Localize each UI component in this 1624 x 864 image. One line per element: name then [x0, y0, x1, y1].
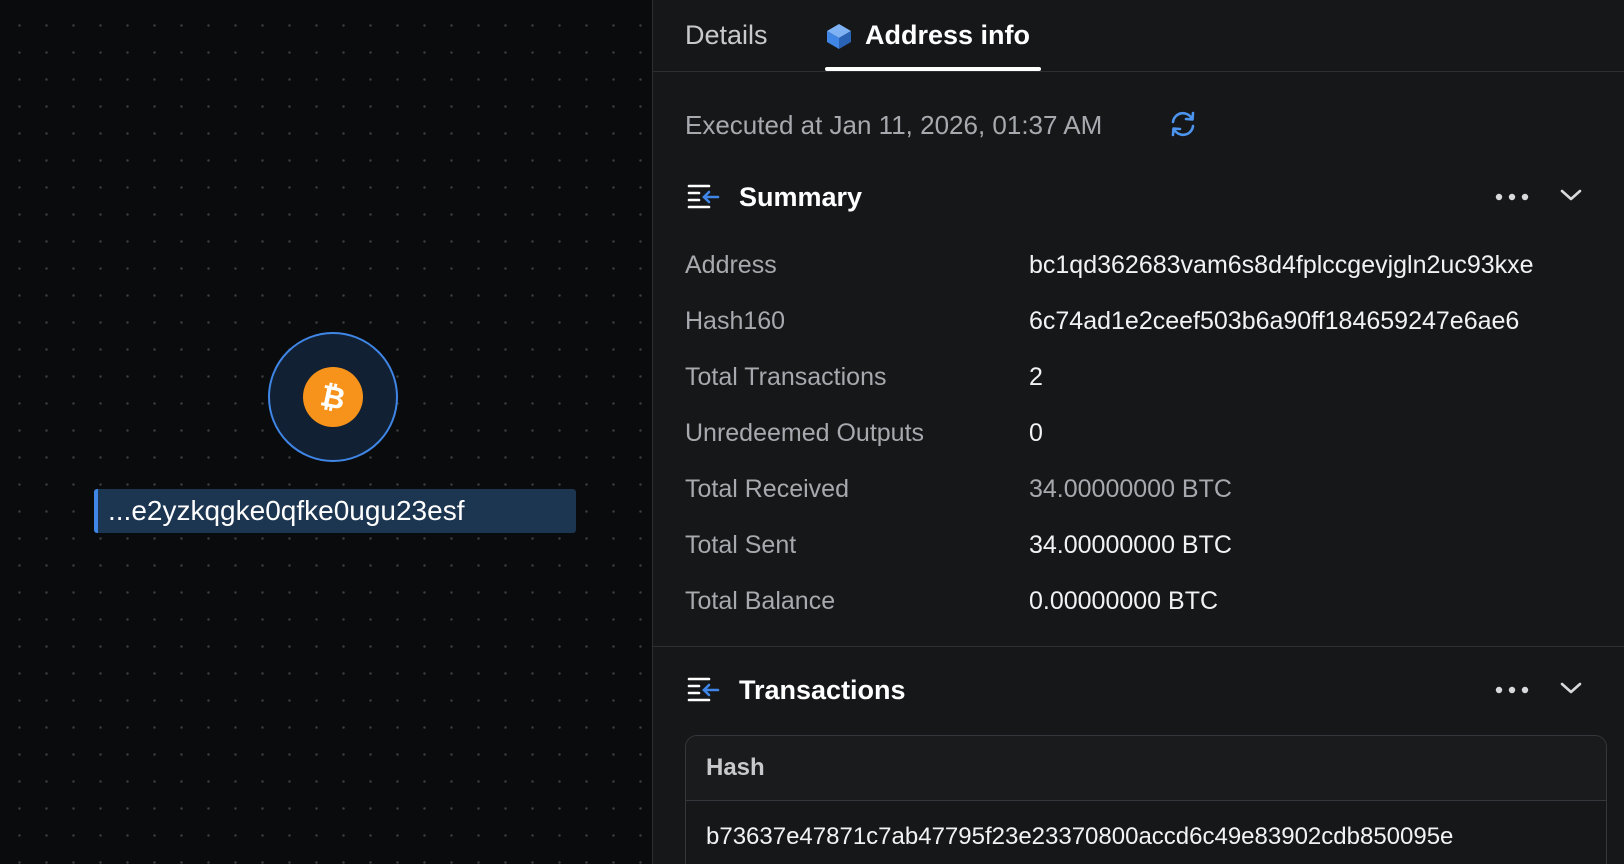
more-icon	[1494, 188, 1530, 206]
tab-address-info-label: Address info	[865, 20, 1031, 50]
node-label[interactable]: ...e2yzkqgke0qfke0ugu23esf	[94, 489, 576, 533]
summary-row-hash160: Hash160 6c74ad1e2ceef503b6a90ff184659247…	[685, 301, 1624, 341]
graph-canvas[interactable]: ₿ ...e2yzkqgke0qfke0ugu23esf	[0, 0, 652, 864]
summary-row-total-sent: Total Sent 34.00000000 BTC	[685, 525, 1624, 565]
info-panel: Details Address info Executed at Jan 11,…	[652, 0, 1624, 864]
more-icon	[1494, 681, 1530, 699]
summary-row-total-transactions: Total Transactions 2	[685, 357, 1624, 397]
active-tab-indicator	[825, 67, 1041, 71]
tab-details-label: Details	[685, 20, 768, 50]
row-value: 6c74ad1e2ceef503b6a90ff184659247e6ae6	[1029, 306, 1520, 335]
transactions-collapse-button[interactable]	[1556, 675, 1586, 705]
app-root: ₿ ...e2yzkqgke0qfke0ugu23esf Details Add…	[0, 0, 1624, 864]
executed-timestamp: Executed at Jan 11, 2026, 01:37 AM	[685, 109, 1103, 140]
tab-details[interactable]: Details	[685, 0, 768, 71]
row-value: 0	[1029, 418, 1043, 447]
table-header-hash[interactable]: Hash	[686, 736, 1606, 801]
transactions-table: Hash b73637e47871c7ab47795f23e23370800ac…	[685, 735, 1607, 864]
chevron-down-icon	[1560, 681, 1582, 700]
row-value: 2	[1029, 362, 1043, 391]
bitcoin-icon: ₿	[303, 367, 363, 427]
row-value: 0.00000000 BTC	[1029, 586, 1219, 615]
summary-more-button[interactable]	[1492, 182, 1532, 212]
tab-address-info[interactable]: Address info	[825, 0, 1030, 71]
row-key: Total Received	[685, 474, 849, 503]
transaction-hash[interactable]: b73637e47871c7ab47795f23e23370800accd6c4…	[706, 823, 1453, 851]
summary-row-unredeemed-outputs: Unredeemed Outputs 0	[685, 413, 1624, 453]
transactions-header: Transactions	[685, 665, 1624, 715]
list-collapse-icon	[685, 179, 721, 215]
address-node[interactable]: ₿	[268, 332, 398, 462]
summary-collapse-button[interactable]	[1556, 182, 1586, 212]
section-divider	[653, 646, 1624, 647]
cube-icon	[825, 22, 853, 50]
chevron-down-icon	[1560, 188, 1582, 207]
refresh-button[interactable]	[1165, 108, 1201, 144]
summary-header: Summary	[685, 172, 1624, 222]
table-row[interactable]: b73637e47871c7ab47795f23e23370800accd6c4…	[686, 801, 1606, 864]
row-value: 34.00000000 BTC	[1029, 530, 1232, 559]
transactions-title: Transactions	[739, 674, 906, 705]
row-key: Address	[685, 250, 777, 279]
transactions-more-button[interactable]	[1492, 675, 1532, 705]
summary-row-total-balance: Total Balance 0.00000000 BTC	[685, 581, 1624, 621]
row-key: Unredeemed Outputs	[685, 418, 925, 447]
svg-text:₿: ₿	[317, 379, 348, 415]
summary-title: Summary	[739, 181, 863, 212]
summary-row-total-received: Total Received 34.00000000 BTC	[685, 469, 1624, 509]
row-key: Hash160	[685, 306, 786, 335]
row-key: Total Transactions	[685, 362, 887, 391]
summary-row-address: Address bc1qd362683vam6s8d4fplccgevjgln2…	[685, 245, 1624, 285]
row-value: bc1qd362683vam6s8d4fplccgevjgln2uc93kxe	[1029, 250, 1534, 279]
row-key: Total Sent	[685, 530, 797, 559]
tab-bar: Details Address info	[653, 0, 1624, 72]
refresh-icon	[1167, 108, 1199, 145]
list-collapse-icon	[685, 672, 721, 708]
row-value: 34.00000000 BTC	[1029, 474, 1232, 503]
row-key: Total Balance	[685, 586, 836, 615]
